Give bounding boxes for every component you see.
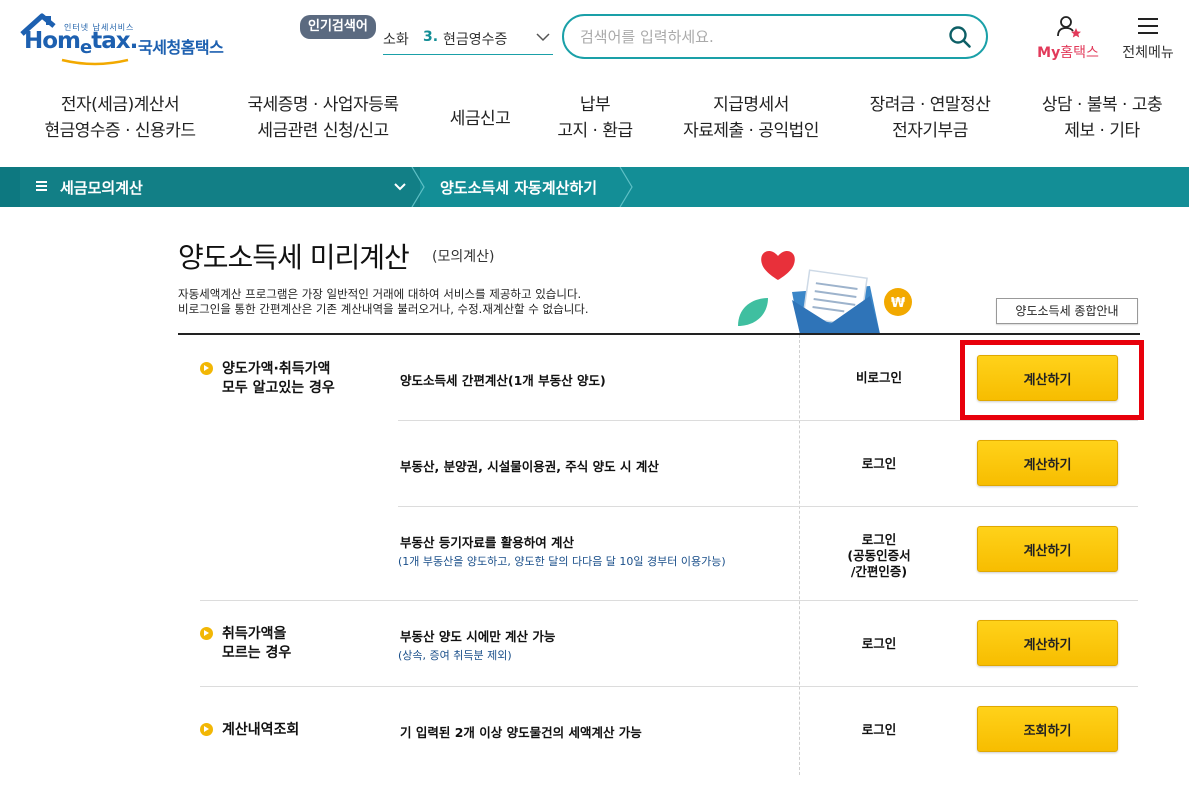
breadcrumb-menu-label[interactable]: 세금모의계산 (60, 177, 143, 198)
login-requirement: 로그인 (861, 636, 897, 651)
calculate-button[interactable]: 계산하기 (977, 620, 1118, 666)
row-divider (200, 600, 1138, 601)
breadcrumb-current[interactable]: 양도소득세 자동계산하기 (440, 177, 597, 198)
nav-incentives[interactable]: 장려금 · 연말정산 전자기부금 (852, 92, 1008, 152)
row-title: 부동산, 분양권, 시설물이용권, 주식 양도 시 계산 (400, 459, 659, 474)
category-line: 양도가액·취득가액 (222, 361, 331, 377)
nav-payment-statements[interactable]: 지급명세서 자료제출 · 공익법인 (666, 92, 836, 152)
bullet-arrow-icon (200, 627, 213, 640)
search-box (562, 14, 988, 59)
login-requirement: 로그인 (공동인증서 /간편인증) (847, 532, 911, 579)
hamburger-menu-icon (1138, 18, 1158, 34)
login-requirement: 로그인 (861, 456, 897, 471)
calculate-button[interactable]: 계산하기 (977, 526, 1118, 572)
ticker-rank: 3. (423, 29, 439, 45)
row-title: 양도소득세 간편계산(1개 부동산 양도) (400, 373, 606, 388)
login-requirement: 비로그인 (855, 370, 902, 385)
logo-wordmark: Hometax. (24, 28, 138, 58)
envelope-illustration-icon: ₩ (738, 250, 912, 334)
row-note: (상속, 증여 취득분 제외) (398, 649, 512, 662)
search-input[interactable] (580, 25, 940, 49)
my-hometax-button[interactable]: My홈택스 (1032, 14, 1104, 64)
table-top-border (178, 333, 1140, 335)
capital-gains-guide-button[interactable]: 양도소득세 종합안내 (996, 298, 1138, 324)
bullet-arrow-icon (200, 723, 213, 736)
hometax-logo[interactable]: 인터넷 납세서비스 Hometax. 국세청홈택스 (20, 12, 240, 66)
calculate-button[interactable]: 계산하기 (977, 440, 1118, 486)
highlight-box (960, 340, 1144, 420)
page-title: 양도소득세 미리계산 (178, 241, 410, 274)
nav-e-invoice[interactable]: 전자(세금)계산서 현금영수증 · 신용카드 (30, 92, 210, 152)
svg-text:₩: ₩ (891, 296, 906, 311)
ticker-previous-text: 소화 (383, 32, 409, 48)
my-hometax-label: My홈택스 (1037, 45, 1099, 61)
category-line: 모두 알고있는 경우 (222, 380, 335, 396)
breadcrumb-bar: 세금모의계산 양도소득세 자동계산하기 (0, 167, 1189, 207)
category-line: 취득가액을 (222, 626, 287, 642)
popular-search-badge[interactable]: 인기검색어 (300, 15, 376, 39)
category-line: 계산내역조회 (222, 722, 300, 738)
popular-search-ticker[interactable]: 소화 3. 현금영수증 (383, 27, 553, 55)
bullet-arrow-icon (200, 362, 213, 375)
nav-consulting[interactable]: 상담 · 불복 · 고충 제보 · 기타 (1024, 92, 1180, 152)
logo-swoosh-icon (61, 58, 129, 66)
breadcrumb-edge (0, 167, 20, 207)
breadcrumb-separator (619, 167, 633, 207)
list-menu-icon (36, 181, 47, 191)
row-title: 부동산 등기자료를 활용하여 계산 (400, 535, 575, 550)
ticker-keyword[interactable]: 현금영수증 (443, 29, 507, 49)
search-icon[interactable] (948, 25, 972, 49)
page: 인터넷 납세서비스 Hometax. 국세청홈택스 인기검색어 소화 3. 현금… (0, 0, 1189, 787)
row-divider (398, 506, 1138, 507)
all-menu-button[interactable]: 전체메뉴 (1116, 14, 1180, 64)
lookup-button[interactable]: 조회하기 (977, 706, 1118, 752)
row-divider (398, 420, 1138, 421)
header: 인터넷 납세서비스 Hometax. 국세청홈택스 인기검색어 소화 3. 현금… (0, 0, 1189, 80)
nav-payment[interactable]: 납부 고지 · 환급 (540, 92, 650, 152)
row-title: 기 입력된 2개 이상 양도물건의 세액계산 가능 (400, 725, 642, 740)
breadcrumb-separator (411, 167, 425, 207)
login-requirement: 로그인 (861, 722, 897, 737)
row-divider (200, 686, 1138, 687)
user-star-icon (1057, 16, 1081, 38)
all-menu-label: 전체메뉴 (1122, 45, 1174, 61)
row-note: (1개 부동산을 양도하고, 양도한 달의 다다음 달 10일 경부터 이용가능… (398, 555, 726, 568)
category-line: 모르는 경우 (222, 645, 292, 661)
chevron-down-icon[interactable] (535, 29, 551, 45)
page-subtitle: (모의계산) (432, 249, 495, 265)
page-description: 자동세액계산 프로그램은 가장 일반적인 거래에 대하여 서비스를 제공하고 있… (178, 287, 589, 316)
nav-tax-filing[interactable]: 세금신고 (430, 106, 530, 166)
row-title: 부동산 양도 시에만 계산 가능 (400, 629, 556, 644)
logo-korean-name: 국세청홈택스 (138, 38, 224, 57)
nav-certificates[interactable]: 국세증명 · 사업자등록 세금관련 신청/신고 (232, 92, 414, 152)
main-navigation: 전자(세금)계산서 현금영수증 · 신용카드 국세증명 · 사업자등록 세금관련 신… (0, 92, 1189, 160)
chevron-down-icon[interactable] (392, 179, 408, 195)
